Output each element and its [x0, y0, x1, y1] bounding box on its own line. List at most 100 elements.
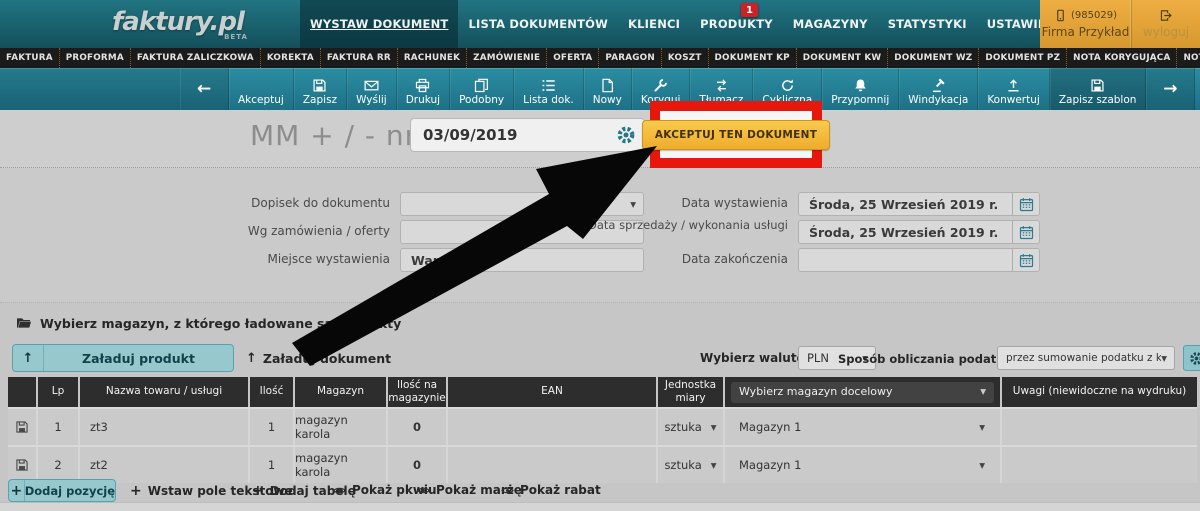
plus-icon — [252, 483, 264, 499]
nav-lista-dokumentow[interactable]: LISTA DOKUMENTÓW — [458, 0, 618, 48]
tab-dokument-pz[interactable]: DOKUMENT PZ — [978, 48, 1066, 68]
tab-faktura-rr[interactable]: FAKTURA RR — [320, 48, 397, 68]
arrow-up-icon — [246, 350, 257, 366]
calendar-icon[interactable] — [1012, 193, 1039, 215]
header-lp: Lp — [38, 377, 80, 407]
data-zakonczenia-input[interactable] — [798, 248, 1040, 272]
bell-icon — [853, 77, 868, 93]
row-ean[interactable] — [448, 409, 658, 445]
tab-dokument-wz[interactable]: DOKUMENT WZ — [887, 48, 978, 68]
mail-icon — [364, 77, 379, 93]
tab-faktura-zaliczkowa[interactable]: FAKTURA ZALICZKOWA — [130, 48, 260, 68]
toolbar-windykacja-button[interactable]: Windykacja — [899, 68, 978, 110]
unit-select[interactable]: sztuka ▼ — [664, 420, 716, 434]
load-document-link[interactable]: Załaduj dokument — [246, 350, 391, 366]
toolbar-podobny-button[interactable]: Podobny — [450, 68, 514, 110]
row-notes[interactable] — [1002, 409, 1197, 445]
toolbar-akceptuj-button[interactable]: Akceptuj — [229, 68, 294, 110]
nav-statystyki[interactable]: STATYSTYKI — [878, 0, 977, 48]
notification-badge: 1 — [741, 3, 758, 17]
row-name[interactable]: zt3 — [80, 409, 250, 445]
tab-oferta[interactable]: OFERTA — [546, 48, 598, 68]
tab-zamowienie[interactable]: ZAMÓWIENIE — [466, 48, 546, 68]
tab-koszt[interactable]: KOSZT — [661, 48, 708, 68]
target-warehouse-header-select[interactable]: Wybierz magazyn docelowy ▼ — [731, 382, 994, 403]
save-row-icon[interactable] — [15, 458, 29, 472]
load-product-button[interactable]: Załaduj produkt — [12, 344, 234, 372]
toolbar-prev-button[interactable]: ← — [180, 68, 229, 110]
document-number-input[interactable]: 03/09/2019 — [410, 118, 645, 152]
data-wystawienia-input[interactable]: Środa, 25 Wrzesień 2019 r. — [798, 192, 1040, 216]
tax-method-select[interactable]: przez sumowanie podatku z każdej pozycji… — [997, 346, 1175, 370]
chevron-down-icon: ▼ — [711, 461, 717, 470]
logo[interactable]: faktury.pl BETA — [112, 7, 244, 37]
numbering-gear-icon[interactable] — [616, 125, 636, 149]
list-icon — [541, 77, 556, 93]
show-discount-toggle[interactable]: Pokaż rabat — [501, 483, 601, 497]
toolbar-drukuj-button[interactable]: Drukuj — [397, 68, 450, 110]
wrench-icon — [653, 77, 668, 93]
target-warehouse-value: Magazyn 1 — [739, 420, 801, 434]
data-sprzedazy-input[interactable]: Środa, 25 Wrzesień 2019 r. — [798, 220, 1040, 244]
tab-paragon[interactable]: PARAGON — [598, 48, 661, 68]
tab-nota-ksiegowa[interactable]: NOTA KSIĘGOWA — [1176, 48, 1200, 68]
row-lp: 1 — [38, 409, 80, 445]
tab-dokument-kw[interactable]: DOKUMENT KW — [796, 48, 888, 68]
nav-magazyny[interactable]: MAGAZYNY — [783, 0, 878, 48]
tax-settings-gear-button[interactable] — [1183, 345, 1200, 371]
row-name[interactable]: zt2 — [80, 447, 250, 483]
calendar-icon[interactable] — [1012, 221, 1039, 243]
toolbar-spacer — [0, 68, 180, 110]
toolbar-konwertuj-button[interactable]: Konwertuj — [978, 68, 1050, 110]
account-company-button[interactable]: (985029) Firma Przykład — [1040, 0, 1132, 48]
tab-dokument-kp[interactable]: DOKUMENT KP — [708, 48, 796, 68]
toolbar-nowy-button[interactable]: Nowy — [584, 68, 632, 110]
nav-wystaw-dokument[interactable]: WYSTAW DOKUMENT — [300, 0, 458, 48]
add-item-button[interactable]: Dodaj pozycję — [8, 479, 116, 502]
row-notes[interactable] — [1002, 447, 1197, 483]
header-nazwa: Nazwa towaru / usługi — [80, 377, 250, 407]
nav-klienci[interactable]: KLIENCI — [618, 0, 690, 48]
calendar-icon[interactable] — [1012, 249, 1039, 271]
chevron-down-icon: ▼ — [979, 461, 985, 470]
save-row-icon[interactable] — [15, 420, 29, 434]
device-icon — [1054, 9, 1067, 22]
header-magazyn-docelowy: Wybierz magazyn docelowy ▼ — [725, 377, 1002, 407]
header-ilosc-na-magazynie: Ilość na magazynie — [388, 377, 448, 407]
translate-swap-icon — [714, 77, 729, 93]
tax-method-label: Sposób obliczania podatku — [838, 352, 990, 366]
row-target-cell: Magazyn 1 ▼ — [725, 447, 1002, 483]
toolbar-przypomnij-button[interactable]: Przypomnij — [822, 68, 899, 110]
tab-faktura[interactable]: FAKTURA — [0, 48, 59, 68]
tab-rachunek[interactable]: RACHUNEK — [397, 48, 466, 68]
row-ean[interactable] — [448, 447, 658, 483]
logout-button[interactable]: wyloguj — [1132, 0, 1200, 48]
accept-document-button[interactable]: AKCEPTUJ TEN DOKUMENT — [642, 120, 830, 150]
nav-produkty[interactable]: PRODUKTY — [690, 0, 783, 48]
toolbar-zapisz-szablon-button[interactable]: Zapisz szablon — [1050, 68, 1147, 110]
target-warehouse-select[interactable]: Magazyn 1 ▼ — [725, 409, 1000, 445]
tab-proforma[interactable]: PROFORMA — [59, 48, 130, 68]
header-magazyn: Magazyn — [295, 377, 388, 407]
target-warehouse-select[interactable]: Magazyn 1 ▼ — [725, 447, 1000, 483]
eye-icon — [333, 484, 346, 497]
row-warehouse: magazyn karola — [295, 447, 388, 483]
main-nav: WYSTAW DOKUMENT LISTA DOKUMENTÓW KLIENCI… — [300, 0, 1079, 48]
tab-nota-korygujaca[interactable]: NOTA KORYGUJĄCA — [1066, 48, 1176, 68]
unit-select[interactable]: sztuka ▼ — [664, 458, 716, 472]
chevron-down-icon: ▼ — [1161, 354, 1174, 363]
tab-korekta[interactable]: KOREKTA — [260, 48, 320, 68]
row-target-cell: Magazyn 1 ▼ — [725, 409, 1002, 445]
toolbar-next-button[interactable]: → — [1146, 68, 1195, 110]
toolbar-zapisz-button[interactable]: Zapisz — [294, 68, 347, 110]
target-warehouse-header-value: Wybierz magazyn docelowy — [739, 385, 893, 399]
load-document-label: Załaduj dokument — [263, 351, 391, 366]
row-qty[interactable]: 1 — [250, 447, 295, 483]
toolbar-lista-dok-button[interactable]: Lista dok. — [514, 68, 584, 110]
miejsce-wystawienia-value: Warszawa — [401, 253, 482, 268]
unit-value: sztuka — [664, 420, 701, 434]
toolbar-wyslij-button[interactable]: Wyślij — [347, 68, 397, 110]
save-icon — [312, 77, 327, 93]
row-qty[interactable]: 1 — [250, 409, 295, 445]
data-wystawienia-value: Środa, 25 Wrzesień 2019 r. — [799, 197, 998, 212]
